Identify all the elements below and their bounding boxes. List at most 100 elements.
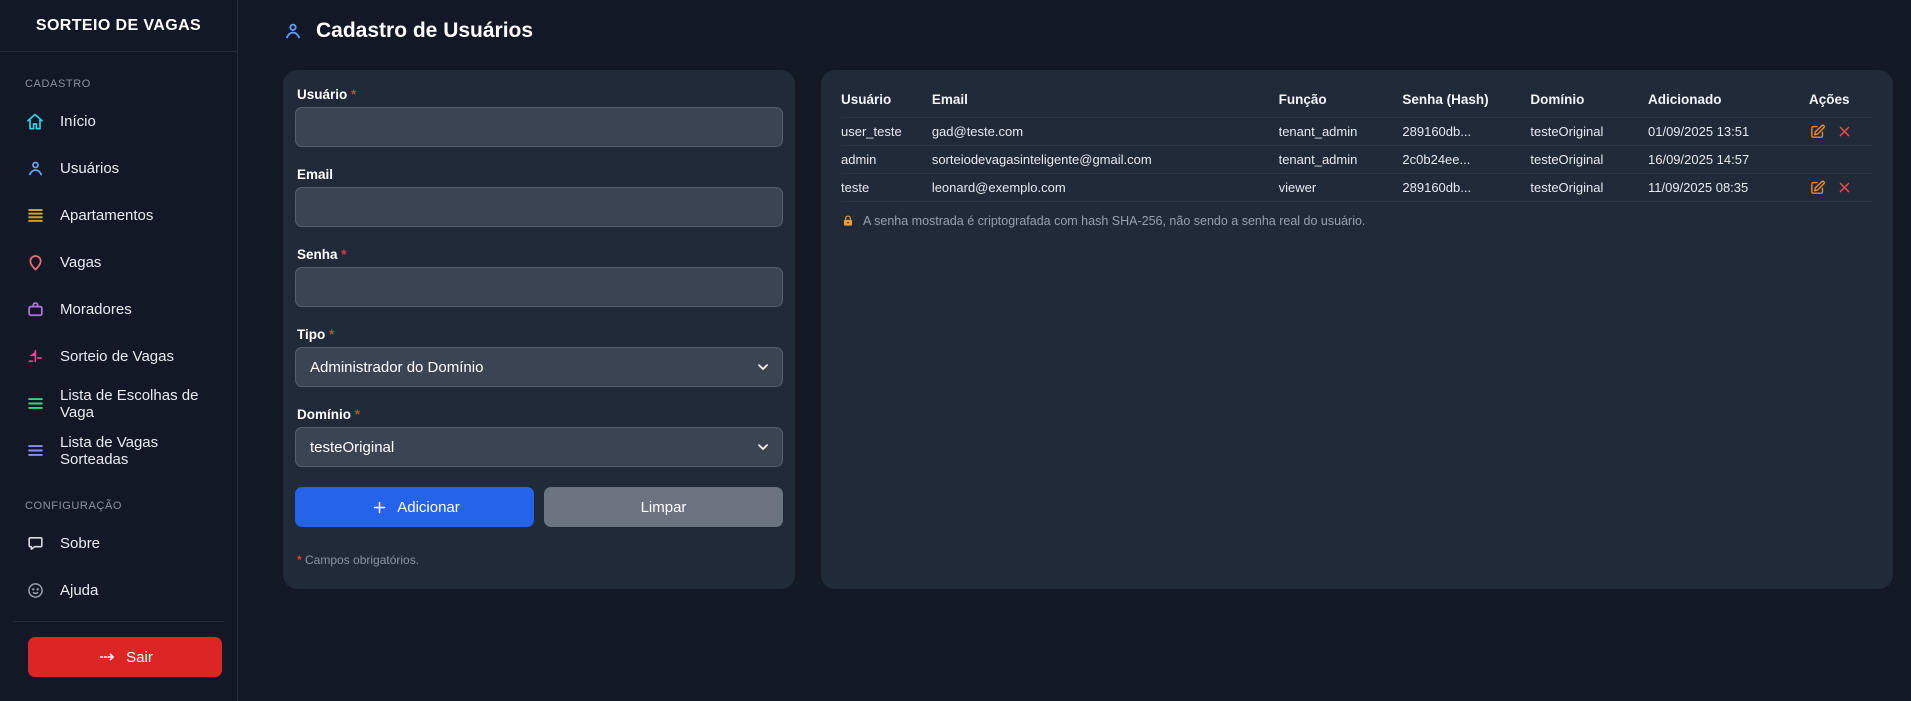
senha-input[interactable] [295,267,783,307]
row-actions [1809,179,1865,196]
note-text: A senha mostrada é criptografada com has… [863,214,1365,228]
cell-adicionado: 11/09/2025 08:35 [1648,174,1809,202]
user-icon [283,21,303,41]
edit-icon[interactable] [1809,123,1826,140]
edit-icon[interactable] [1809,179,1826,196]
delete-x-icon[interactable] [1837,180,1852,195]
logout-arrow-icon [97,647,117,667]
page-header: Cadastro de Usuários [283,0,1893,43]
sidebar: SORTEIO DE VAGAS CADASTRO Início Usuário… [0,0,238,701]
divider [13,621,224,622]
sidebar-item-inicio[interactable]: Início [0,98,237,145]
lock-icon [841,214,855,228]
email-input[interactable] [295,187,783,227]
sidebar-item-label: Moradores [60,301,132,318]
sidebar-item-moradores[interactable]: Moradores [0,286,237,333]
tipo-select[interactable]: Administrador do Domínio [295,347,783,387]
sidebar-item-label: Início [60,113,96,130]
cell-usuario: admin [841,146,932,174]
tipo-label: Tipo * [297,327,783,342]
cell-funcao: tenant_admin [1279,118,1403,146]
cell-email: leonard@exemplo.com [932,174,1279,202]
cell-usuario: user_teste [841,118,932,146]
add-user-button[interactable]: Adicionar [295,487,534,527]
form-buttons: Adicionar Limpar [295,487,783,527]
cell-dominio: testeOriginal [1530,118,1648,146]
cell-email: sorteiodevagasinteligente@gmail.com [932,146,1279,174]
cell-email: gad@teste.com [932,118,1279,146]
users-table: Usuário Email Função Senha (Hash) Domíni… [841,84,1873,202]
sidebar-item-label: Usuários [60,160,119,177]
table-row: user_teste gad@teste.com tenant_admin 28… [841,118,1873,146]
logout-label: Sair [126,649,153,666]
list-indigo-icon [25,441,45,461]
sidebar-item-label: Vagas [60,254,101,271]
dominio-select[interactable]: testeOriginal [295,427,783,467]
user-form-panel: Usuário * Email Senha * Tipo * Administr… [283,70,795,589]
cell-funcao: viewer [1279,174,1403,202]
page-title: Cadastro de Usuários [316,19,533,43]
building-lines-icon [25,206,45,226]
plus-icon [369,497,389,517]
email-label: Email [297,167,783,182]
lottery-icon [25,347,45,367]
sidebar-item-lista-de-sorteadas[interactable]: Lista de Vagas Sorteadas [0,427,237,474]
sidebar-item-apartamentos[interactable]: Apartamentos [0,192,237,239]
required-asterisk: * [329,327,334,342]
sidebar-item-label: Lista de Escolhas de Vaga [60,387,212,421]
home-icon [25,112,45,132]
logout-button[interactable]: Sair [28,637,222,677]
user-icon [25,159,45,179]
list-green-icon [25,394,45,414]
col-email: Email [932,84,1279,118]
chat-icon [25,534,45,554]
cell-adicionado: 01/09/2025 13:51 [1648,118,1809,146]
password-hash-note: A senha mostrada é criptografada com has… [841,214,1873,228]
main-content: Cadastro de Usuários Usuário * Email Sen… [238,0,1911,701]
sidebar-item-label: Sorteio de Vagas [60,348,174,365]
col-dominio: Domínio [1530,84,1648,118]
delete-x-icon[interactable] [1837,124,1852,139]
cell-adicionado: 16/09/2025 14:57 [1648,146,1809,174]
help-icon [25,581,45,601]
col-funcao: Função [1279,84,1403,118]
sidebar-item-label: Sobre [60,535,100,552]
clear-button-label: Limpar [641,499,687,516]
dominio-select-wrap: testeOriginal [295,427,783,467]
sidebar-item-sorteio-de-vagas[interactable]: Sorteio de Vagas [0,333,237,380]
row-actions [1809,123,1865,140]
col-adicionado: Adicionado [1648,84,1809,118]
required-asterisk: * [341,247,346,262]
sidebar-item-lista-de-escolhas[interactable]: Lista de Escolhas de Vaga [0,380,237,427]
cell-senha-hash: 289160db... [1402,118,1530,146]
required-asterisk: * [351,87,356,102]
cell-usuario: teste [841,174,932,202]
cell-dominio: testeOriginal [1530,174,1648,202]
usuario-input[interactable] [295,107,783,147]
sidebar-item-label: Lista de Vagas Sorteadas [60,434,212,468]
dominio-label: Domínio * [297,407,783,422]
sidebar-item-vagas[interactable]: Vagas [0,239,237,286]
col-usuario: Usuário [841,84,932,118]
sidebar-item-ajuda[interactable]: Ajuda [0,567,237,614]
sidebar-item-usuarios[interactable]: Usuários [0,145,237,192]
users-table-panel: Usuário Email Função Senha (Hash) Domíni… [821,70,1893,589]
cell-senha-hash: 289160db... [1402,174,1530,202]
content-row: Usuário * Email Senha * Tipo * Administr… [283,70,1893,589]
app-title: SORTEIO DE VAGAS [0,0,237,51]
sidebar-section-configuracao: CONFIGURAÇÃO [0,474,237,520]
app-root: SORTEIO DE VAGAS CADASTRO Início Usuário… [0,0,1911,701]
table-header-row: Usuário Email Função Senha (Hash) Domíni… [841,84,1873,118]
briefcase-icon [25,300,45,320]
required-fields-note: * Campos obrigatórios. [297,553,783,567]
add-button-label: Adicionar [397,499,460,516]
sidebar-item-label: Ajuda [60,582,98,599]
required-asterisk: * [355,407,360,422]
cell-funcao: tenant_admin [1279,146,1403,174]
table-row: admin sorteiodevagasinteligente@gmail.co… [841,146,1873,174]
sidebar-item-label: Apartamentos [60,207,153,224]
col-acoes: Ações [1809,84,1873,118]
clear-button[interactable]: Limpar [544,487,783,527]
sidebar-item-sobre[interactable]: Sobre [0,520,237,567]
col-senha-hash: Senha (Hash) [1402,84,1530,118]
